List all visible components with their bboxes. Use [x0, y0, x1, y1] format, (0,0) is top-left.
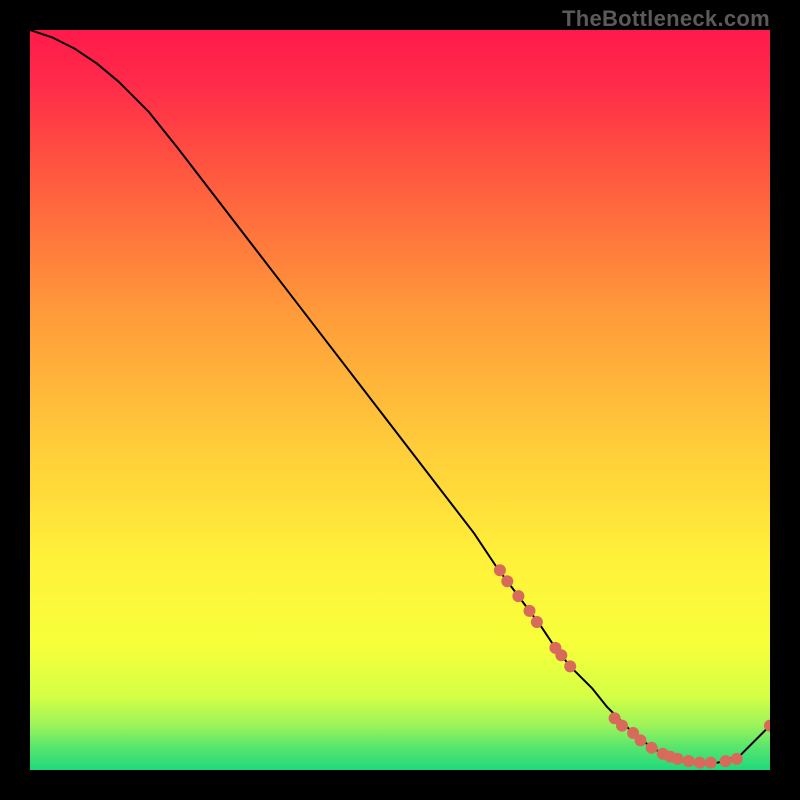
- highlight-point: [720, 755, 732, 767]
- plot-svg: [30, 30, 770, 770]
- highlight-point: [683, 755, 695, 767]
- highlight-point: [672, 753, 684, 765]
- highlight-point: [524, 605, 536, 617]
- highlight-point: [501, 575, 513, 587]
- gradient-background: [30, 30, 770, 770]
- plot-area: [30, 30, 770, 770]
- highlight-point: [731, 753, 743, 765]
- highlight-point: [494, 564, 506, 576]
- chart-stage: TheBottleneck.com: [0, 0, 800, 800]
- highlight-point: [531, 616, 543, 628]
- highlight-point: [512, 590, 524, 602]
- highlight-point: [635, 734, 647, 746]
- highlight-point: [564, 660, 576, 672]
- highlight-point: [646, 742, 658, 754]
- watermark-text: TheBottleneck.com: [562, 6, 770, 32]
- highlight-point: [555, 649, 567, 661]
- highlight-point: [694, 757, 706, 769]
- highlight-point: [705, 757, 717, 769]
- highlight-point: [616, 720, 628, 732]
